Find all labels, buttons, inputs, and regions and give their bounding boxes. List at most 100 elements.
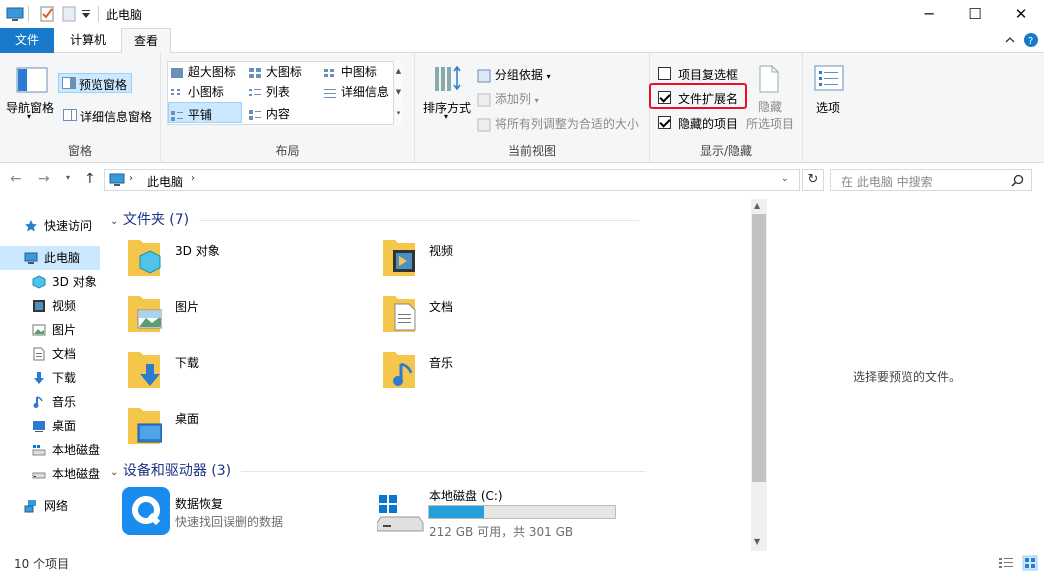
- breadcrumb[interactable]: 此电脑: [147, 173, 183, 190]
- layout-extra-large[interactable]: 超大图标: [170, 63, 236, 80]
- item-checkboxes-checkbox[interactable]: [658, 67, 671, 80]
- nav-pane-icon: [16, 67, 48, 93]
- layout-details[interactable]: 详细信息: [323, 83, 389, 100]
- download-arrow-icon: [34, 372, 44, 384]
- this-pc-small-icon: [109, 173, 125, 186]
- layout-group: 超大图标 大图标 中图标 小图标 列表 详细信息 平铺 内容 ▲ ▼ ▾ 布局: [161, 53, 415, 163]
- device-tile-local-disk-c[interactable]: 本地磁盘 (C:) 212 GB 可用，共 301 GB: [377, 487, 627, 539]
- add-column-button[interactable]: 添加列 ▾: [477, 90, 539, 107]
- layout-scroll[interactable]: ▲ ▼ ▾: [393, 61, 403, 125]
- breadcrumb-chevron-icon-2[interactable]: ›: [191, 173, 195, 184]
- group-by-button[interactable]: 分组依据 ▾: [477, 66, 551, 83]
- device-tile-data-recovery[interactable]: 数据恢复 快速找回误删的数据: [122, 487, 342, 539]
- layout-content[interactable]: 内容: [248, 105, 290, 122]
- nav-item-local-disk-2[interactable]: 本地磁盘: [0, 462, 100, 486]
- nav-item-downloads[interactable]: 下载: [0, 366, 100, 390]
- scrollbar-thumb[interactable]: [752, 214, 766, 482]
- tab-view[interactable]: 查看: [121, 28, 171, 54]
- hide-selected-button[interactable]: 隐藏 所选项目: [746, 63, 802, 131]
- nav-pane-button[interactable]: 导航窗格 ▾: [2, 63, 58, 127]
- collapse-ribbon-icon[interactable]: [1004, 34, 1016, 46]
- folder-pictures-icon: [128, 296, 162, 332]
- layout-tiles[interactable]: 平铺: [168, 102, 242, 123]
- layout-large-label: 大图标: [265, 65, 302, 79]
- folder-tile-music[interactable]: 音乐: [381, 348, 581, 398]
- folder-tile-3d-objects[interactable]: 3D 对象: [126, 236, 326, 286]
- layout-list[interactable]: 列表: [248, 83, 290, 100]
- folder-tile-desktop[interactable]: 桌面: [126, 404, 326, 454]
- tab-computer[interactable]: 计算机: [58, 28, 118, 53]
- scroll-down-icon[interactable]: ▼: [754, 537, 760, 546]
- folder-label-downloads: 下载: [175, 356, 200, 370]
- nav-item-network[interactable]: 网络: [0, 494, 100, 518]
- layout-medium[interactable]: 中图标: [323, 63, 377, 80]
- nav-item-quick-access[interactable]: 快速访问: [0, 214, 100, 238]
- tab-file[interactable]: 文件: [0, 28, 54, 53]
- folder-tile-downloads[interactable]: 下载: [126, 348, 326, 398]
- folder-tile-documents[interactable]: 文档: [381, 292, 581, 342]
- window-title: 此电脑: [106, 8, 143, 22]
- forward-arrow-icon[interactable]: →: [38, 171, 50, 187]
- options-icon: [814, 65, 844, 91]
- picture-icon: [32, 324, 46, 336]
- details-pane-button[interactable]: 详细信息窗格: [60, 105, 158, 125]
- folder-downloads-icon: [128, 352, 160, 388]
- nav-item-pictures[interactable]: 图片: [0, 318, 100, 342]
- device-name-local-disk-c: 本地磁盘 (C:): [429, 489, 503, 503]
- scroll-up-icon[interactable]: ▲: [754, 201, 760, 210]
- content-area: ⌄ 文件夹 (7) 3D 对象 视频 图片 文档 下载 音乐 桌面 ⌄ 设备和驱…: [104, 200, 750, 550]
- layout-details-label: 详细信息: [340, 85, 389, 99]
- nav-item-3d-objects[interactable]: 3D 对象: [0, 270, 100, 294]
- file-extensions-label: 文件扩展名: [678, 92, 739, 106]
- up-arrow-icon[interactable]: ↑: [84, 171, 96, 187]
- recent-locations-icon[interactable]: ▾: [66, 173, 70, 182]
- close-button[interactable]: ✕: [998, 0, 1044, 28]
- layout-small[interactable]: 小图标: [170, 83, 224, 100]
- nav-item-local-disk-c[interactable]: 本地磁盘: [0, 438, 100, 462]
- address-dropdown-icon[interactable]: ⌄: [781, 174, 789, 184]
- nav-label-downloads: 下载: [52, 371, 77, 385]
- preview-pane-button[interactable]: 预览窗格: [58, 73, 132, 93]
- layout-large[interactable]: 大图标: [248, 63, 302, 80]
- pane-group: 导航窗格 ▾ 预览窗格 详细信息窗格 窗格: [0, 53, 161, 163]
- search-box[interactable]: 在 此电脑 中搜索: [830, 169, 1032, 191]
- details-view-icon[interactable]: [998, 556, 1014, 570]
- nav-item-videos[interactable]: 视频: [0, 294, 100, 318]
- nav-item-desktop[interactable]: 桌面: [0, 414, 100, 438]
- options-button[interactable]: 选项: [806, 63, 852, 123]
- sort-by-button[interactable]: 排序方式 ▾: [419, 61, 475, 129]
- maximize-button[interactable]: ☐: [952, 0, 998, 28]
- content-icon: [249, 109, 261, 120]
- add-column-icon: [477, 93, 491, 106]
- data-recovery-app-icon: [122, 487, 170, 535]
- folder-tile-videos[interactable]: 视频: [381, 236, 581, 286]
- new-folder-icon[interactable]: [60, 5, 78, 23]
- refresh-icon[interactable]: ↻: [802, 169, 824, 191]
- hidden-items-checkbox[interactable]: [658, 116, 671, 129]
- minimize-button[interactable]: ─: [906, 0, 952, 28]
- customize-chevron-icon[interactable]: [80, 5, 92, 23]
- nav-item-this-pc[interactable]: 此电脑: [0, 246, 100, 270]
- star-icon: [25, 220, 37, 232]
- size-columns-button[interactable]: 将所有列调整为合适的大小: [477, 115, 639, 132]
- properties-icon[interactable]: [38, 5, 56, 23]
- svg-text:?: ?: [1028, 36, 1033, 47]
- nav-label-3d-objects: 3D 对象: [52, 275, 97, 289]
- devices-section-header[interactable]: ⌄ 设备和驱动器 (3): [110, 460, 646, 480]
- file-extensions-checkbox[interactable]: [658, 91, 671, 104]
- nav-label-pictures: 图片: [52, 323, 77, 337]
- address-bar[interactable]: › 此电脑 › ⌄: [104, 169, 800, 191]
- folders-section-header[interactable]: ⌄ 文件夹 (7): [110, 209, 640, 229]
- network-icon: [24, 500, 36, 513]
- folder-tile-pictures[interactable]: 图片: [126, 292, 326, 342]
- nav-label-this-pc: 此电脑: [44, 251, 81, 265]
- nav-item-music[interactable]: 音乐: [0, 390, 100, 414]
- folder-label-3d-objects: 3D 对象: [175, 244, 220, 258]
- help-icon[interactable]: ?: [1024, 33, 1038, 47]
- preview-pane-icon: [62, 77, 76, 89]
- preview-message: 选择要预览的文件。: [853, 370, 962, 384]
- back-arrow-icon[interactable]: ←: [10, 171, 22, 187]
- large-icons-view-icon[interactable]: [1022, 555, 1038, 571]
- breadcrumb-chevron-icon[interactable]: ›: [129, 173, 133, 184]
- nav-item-documents[interactable]: 文档: [0, 342, 100, 366]
